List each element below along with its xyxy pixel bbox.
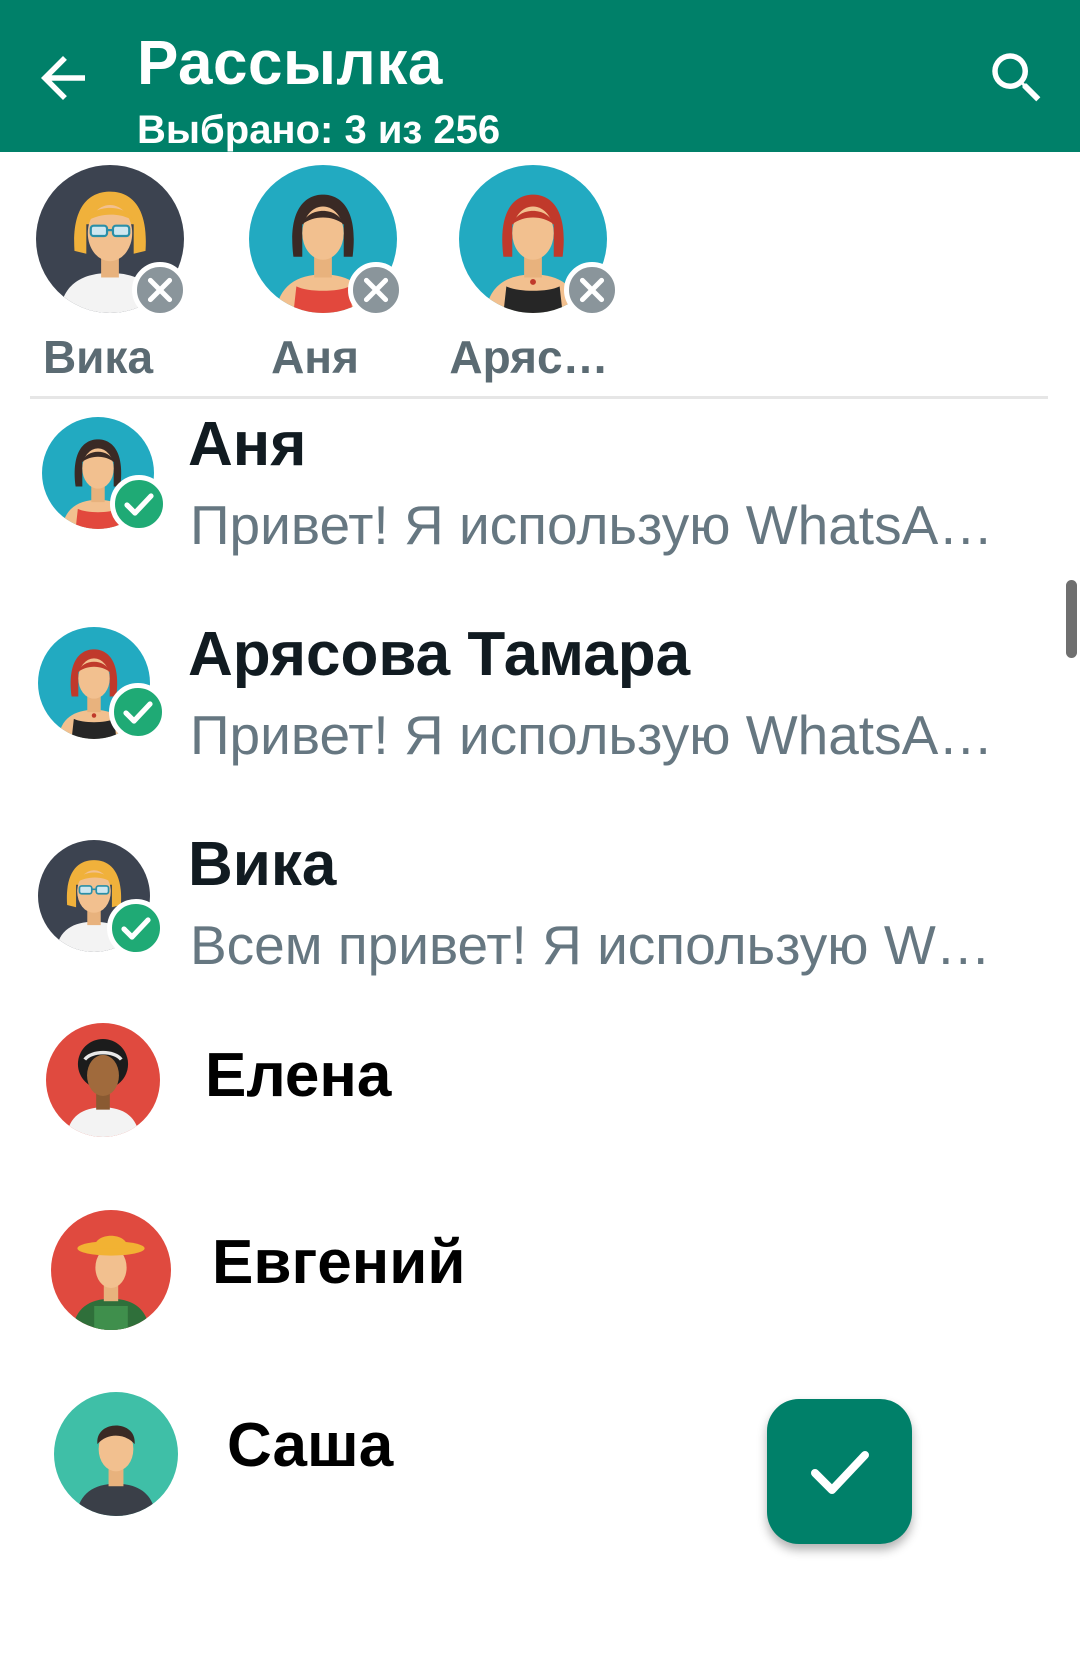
contact-status: Привет! Я использую WhatsA…	[190, 494, 994, 556]
contact-row-vika[interactable]: Вика Всем привет! Я использую W…	[0, 825, 1080, 1015]
selection-count: Выбрано: 3 из 256	[137, 108, 501, 152]
close-icon	[579, 277, 605, 303]
back-button[interactable]	[30, 45, 96, 111]
avatar	[51, 1210, 171, 1330]
close-icon	[363, 277, 389, 303]
confirm-fab-button[interactable]	[767, 1399, 912, 1544]
contact-name: Аня	[188, 410, 307, 479]
divider	[30, 396, 1048, 399]
chip-label: Аряс…	[449, 331, 609, 383]
checkmark-icon	[121, 917, 151, 940]
chip-label: Вика	[42, 331, 154, 383]
contact-row-evgeniy[interactable]: Евгений	[0, 1205, 1080, 1335]
checkmark-icon	[811, 1451, 869, 1494]
contact-name: Вика	[188, 830, 337, 899]
selected-chip-tamara[interactable]: Аряс…	[449, 165, 649, 395]
checkmark-icon	[124, 493, 154, 516]
contact-row-sasha[interactable]: Саша	[0, 1390, 1080, 1520]
selected-check-badge	[110, 475, 168, 533]
checkmark-icon	[123, 701, 153, 724]
search-button[interactable]	[984, 45, 1050, 111]
scrollbar-thumb[interactable]	[1066, 580, 1077, 658]
page-title: Рассылка	[137, 29, 443, 98]
contact-name: Елена	[205, 1041, 392, 1110]
contact-name: Арясова Тамара	[188, 620, 691, 689]
remove-chip-button[interactable]	[132, 262, 188, 318]
chip-label: Аня	[271, 331, 359, 383]
contact-row-anya[interactable]: Аня Привет! Я использую WhatsA…	[0, 405, 1080, 595]
remove-chip-button[interactable]	[348, 262, 404, 318]
remove-chip-button[interactable]	[564, 262, 620, 318]
contact-name: Евгений	[212, 1228, 466, 1297]
contact-status: Всем привет! Я использую W…	[190, 914, 991, 976]
arrow-left-icon	[41, 56, 85, 100]
app-bar: Рассылка Выбрано: 3 из 256	[0, 0, 1080, 152]
contact-row-tamara[interactable]: Арясова Тамара Привет! Я использую Whats…	[0, 615, 1080, 805]
selected-check-badge	[109, 683, 167, 741]
close-icon	[147, 277, 173, 303]
selected-chip-anya[interactable]: Аня	[249, 165, 439, 395]
avatar	[46, 1023, 160, 1137]
selected-check-badge	[107, 899, 165, 957]
contact-status: Привет! Я использую WhatsA…	[190, 704, 994, 766]
contact-row-elena[interactable]: Елена	[0, 1020, 1080, 1150]
avatar	[54, 1392, 178, 1516]
selected-chip-vika[interactable]: Вика	[36, 165, 226, 395]
search-icon	[992, 53, 1041, 102]
contact-name: Саша	[227, 1411, 394, 1480]
